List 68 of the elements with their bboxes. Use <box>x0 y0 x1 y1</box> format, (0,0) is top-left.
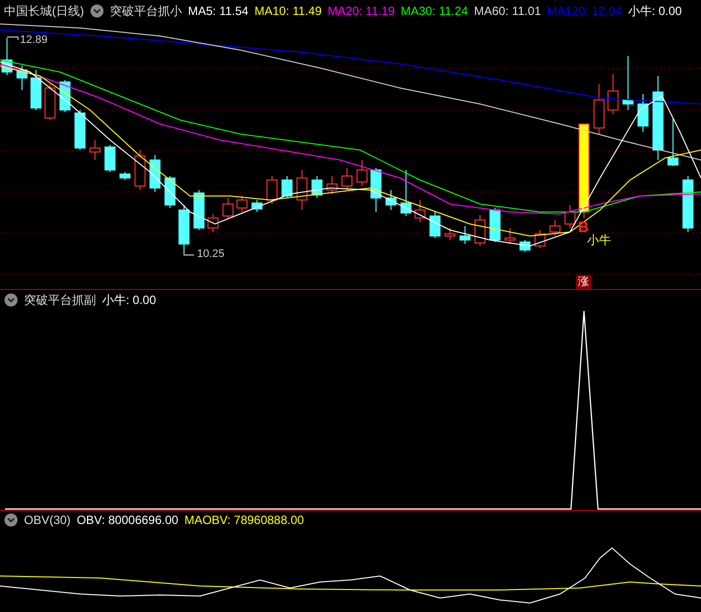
candlestick <box>30 70 42 110</box>
dropdown-icon[interactable] <box>4 292 18 306</box>
legend-value: MA120: 12.04 <box>547 3 622 20</box>
candlestick <box>444 228 456 240</box>
candlestick <box>430 212 440 238</box>
candlestick <box>44 84 56 120</box>
candlestick <box>460 226 470 244</box>
candlestick <box>342 168 352 190</box>
signal-letter: B <box>578 220 589 235</box>
candlestick <box>608 74 618 114</box>
candlestick <box>638 94 648 132</box>
candlestick <box>90 140 100 160</box>
candlestick <box>386 190 396 210</box>
candlestick <box>668 118 678 166</box>
candlestick <box>622 56 634 110</box>
price-marker: 10.25 <box>197 249 225 260</box>
candlestick <box>370 168 382 212</box>
dropdown-icon[interactable] <box>4 512 18 526</box>
indicator-name: OBV(30) <box>24 512 71 528</box>
dropdown-icon[interactable] <box>90 4 104 18</box>
candlestick <box>104 144 116 172</box>
badge: 涨 <box>576 275 591 289</box>
candlestick <box>312 176 322 198</box>
candlestick <box>236 196 248 212</box>
legend-value: OBV: 80006696.00 <box>76 512 178 528</box>
candlestick <box>164 176 176 208</box>
candlestick <box>534 230 546 248</box>
indicator-name: 突破平台抓副 <box>24 292 96 308</box>
candlestick <box>326 176 338 194</box>
legend-value: 小牛: 0.00 <box>102 292 156 308</box>
legend-value: 小牛: 0.00 <box>628 3 682 20</box>
candlestick <box>74 110 86 150</box>
candlestick <box>16 66 28 90</box>
candlestick <box>504 228 516 244</box>
candlestick <box>208 214 218 232</box>
stock-title: 中国长城(日线) <box>4 3 84 20</box>
candlestick <box>414 200 426 222</box>
legend-value: MA5: 11.54 <box>188 3 248 20</box>
candlestick <box>682 176 694 232</box>
legend-value: MA30: 11.24 <box>400 3 468 20</box>
legend-value: MA20: 11.19 <box>328 3 395 20</box>
candlestick <box>550 220 560 236</box>
candlestick <box>178 204 190 250</box>
candlestick <box>222 198 234 218</box>
candlestick <box>400 170 412 216</box>
price-marker: 12.89 <box>20 35 48 46</box>
candlestick <box>2 38 12 76</box>
legend-value: MA10: 11.49 <box>254 3 322 20</box>
candlestick <box>194 190 204 230</box>
candlestick <box>120 172 130 180</box>
candlestick <box>594 84 604 134</box>
candlestick <box>564 204 576 228</box>
candlestick <box>150 154 160 192</box>
candlestick <box>266 176 278 204</box>
candlestick <box>520 240 530 252</box>
leader-line <box>184 250 194 256</box>
candlestick <box>474 214 486 246</box>
candlestick <box>252 200 262 212</box>
candlestick <box>490 208 500 242</box>
candlestick <box>134 150 146 190</box>
candlestick <box>356 160 368 186</box>
legend-value: MAOBV: 78960888.00 <box>184 512 304 528</box>
candlestick <box>282 176 292 198</box>
signal-label: 小牛 <box>587 234 611 246</box>
candlestick <box>296 170 308 210</box>
indicator-name: 突破平台抓小 <box>110 3 182 20</box>
legend-value: MA60: 11.01 <box>474 3 542 20</box>
leader-line <box>6 36 18 40</box>
